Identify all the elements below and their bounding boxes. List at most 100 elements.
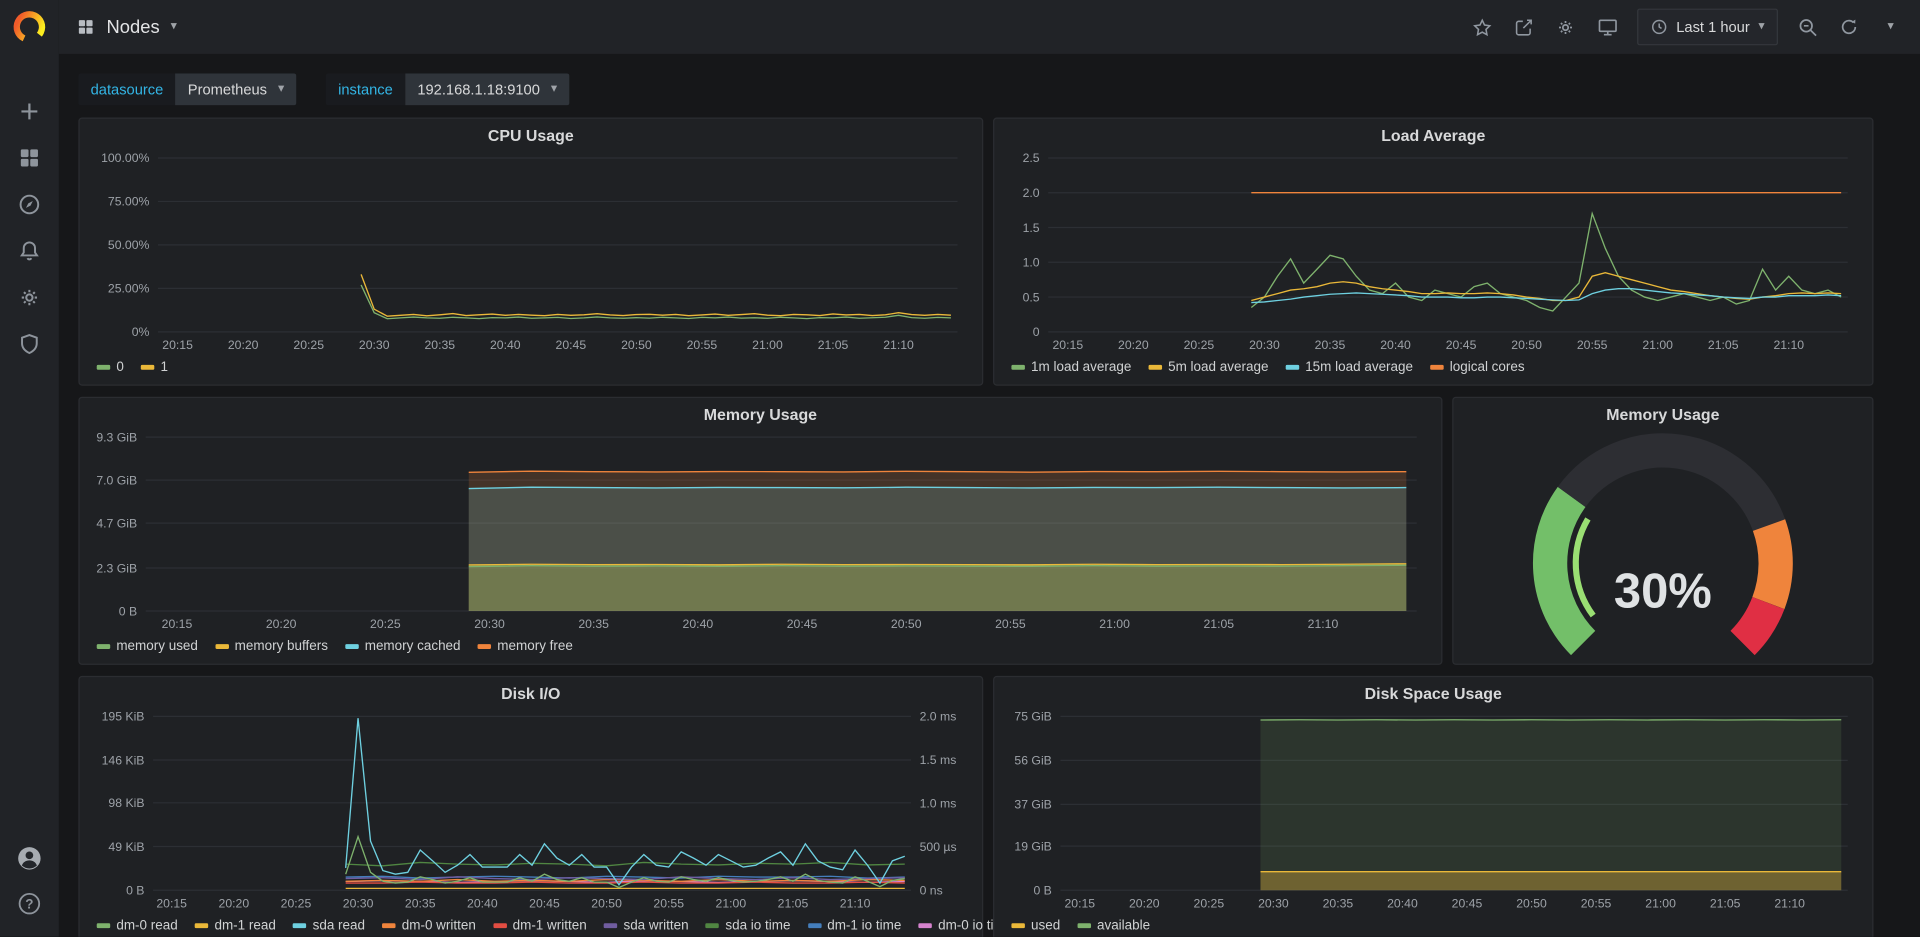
- svg-text:1.5 ms: 1.5 ms: [920, 753, 957, 767]
- panel-title[interactable]: Disk Space Usage: [1004, 681, 1862, 708]
- legend-item[interactable]: dm-0 read: [97, 918, 178, 933]
- legend-item[interactable]: memory buffers: [215, 639, 328, 654]
- dashboard-settings-button[interactable]: [1554, 15, 1578, 39]
- panel-title[interactable]: Load Average: [1004, 122, 1862, 149]
- star-button[interactable]: [1471, 15, 1495, 39]
- dashboards-button[interactable]: [16, 144, 43, 171]
- svg-text:21:00: 21:00: [1642, 338, 1673, 352]
- legend-label: memory buffers: [235, 639, 328, 654]
- panel-title[interactable]: Disk I/O: [89, 681, 972, 708]
- legend-item[interactable]: 1: [141, 360, 168, 375]
- svg-text:20:50: 20:50: [891, 617, 922, 631]
- configuration-button[interactable]: [16, 284, 43, 311]
- svg-text:20:25: 20:25: [293, 338, 324, 352]
- panel-title[interactable]: Memory Usage: [89, 402, 1431, 429]
- refresh-interval-button[interactable]: ▾: [1878, 15, 1902, 39]
- refresh-icon: [1839, 17, 1859, 37]
- tv-mode-button[interactable]: [1595, 15, 1619, 39]
- legend-label: logical cores: [1450, 360, 1525, 375]
- legend-item[interactable]: logical cores: [1430, 360, 1524, 375]
- explore-button[interactable]: [16, 191, 43, 218]
- legend-item[interactable]: 1m load average: [1011, 360, 1131, 375]
- share-icon: [1514, 17, 1535, 38]
- user-avatar[interactable]: [16, 845, 43, 872]
- variable-value-instance[interactable]: 192.168.1.18:9100 ▾: [405, 73, 569, 105]
- memory-usage-chart[interactable]: 0 B2.3 GiB4.7 GiB7.0 GiB9.3 GiB20:1520:2…: [89, 429, 1431, 635]
- legend-label: sda written: [623, 918, 688, 933]
- dashboards-icon: [17, 146, 41, 170]
- zoom-out-button[interactable]: [1795, 15, 1819, 39]
- instance-value-text: 192.168.1.18:9100: [417, 81, 540, 98]
- memory-gauge[interactable]: 30%: [1463, 429, 1862, 659]
- legend-item[interactable]: dm-1 read: [195, 918, 276, 933]
- legend-swatch: [1077, 923, 1090, 928]
- legend-item[interactable]: memory cached: [345, 639, 460, 654]
- refresh-button[interactable]: [1837, 15, 1861, 39]
- svg-text:20:15: 20:15: [162, 338, 193, 352]
- legend-item[interactable]: sda io time: [706, 918, 791, 933]
- create-button[interactable]: [16, 98, 43, 125]
- legend-swatch: [1430, 365, 1443, 370]
- legend-item[interactable]: sda read: [293, 918, 365, 933]
- legend-item[interactable]: 15m load average: [1286, 360, 1413, 375]
- dashboard-title-group[interactable]: Nodes ▾: [76, 17, 177, 38]
- svg-text:20:55: 20:55: [1581, 896, 1612, 910]
- share-button[interactable]: [1512, 15, 1536, 39]
- legend-item[interactable]: 0: [97, 360, 124, 375]
- svg-text:20:35: 20:35: [405, 896, 436, 910]
- svg-text:98 KiB: 98 KiB: [108, 796, 144, 810]
- svg-text:0 B: 0 B: [119, 604, 137, 618]
- dashboard-row-2: Memory Usage 0 B2.3 GiB4.7 GiB7.0 GiB9.3…: [78, 397, 1873, 665]
- legend-item[interactable]: used: [1011, 918, 1060, 933]
- legend-label: 0: [116, 360, 124, 375]
- svg-text:20:15: 20:15: [1064, 896, 1095, 910]
- variable-instance: instance 192.168.1.18:9100 ▾: [326, 73, 569, 105]
- alerting-button[interactable]: [16, 238, 43, 265]
- svg-text:20:45: 20:45: [1446, 338, 1477, 352]
- variable-value-datasource[interactable]: Prometheus ▾: [176, 73, 297, 105]
- svg-text:20:30: 20:30: [359, 338, 390, 352]
- panel-cpu-usage: CPU Usage 0%25.00%50.00%75.00%100.00%20:…: [78, 118, 983, 386]
- svg-text:20:15: 20:15: [1053, 338, 1084, 352]
- help-button[interactable]: ?: [16, 890, 43, 917]
- disk-space-chart[interactable]: 0 B19 GiB37 GiB56 GiB75 GiB20:1520:2020:…: [1004, 708, 1862, 914]
- panel-title[interactable]: Memory Usage: [1463, 402, 1862, 429]
- disk-io-chart[interactable]: 0 B49 KiB98 KiB146 KiB195 KiB0 ns500 µs1…: [89, 708, 972, 914]
- svg-text:20:15: 20:15: [162, 617, 193, 631]
- cpu-usage-chart[interactable]: 0%25.00%50.00%75.00%100.00%20:1520:2020:…: [89, 149, 972, 355]
- legend-item[interactable]: 5m load average: [1149, 360, 1269, 375]
- svg-text:21:10: 21:10: [883, 338, 914, 352]
- load-average-chart[interactable]: 00.51.01.52.02.520:1520:2020:2520:3020:3…: [1004, 149, 1862, 355]
- disk-space-plot: 0 B19 GiB37 GiB56 GiB75 GiB20:1520:2020:…: [1004, 708, 1862, 914]
- legend-item[interactable]: memory used: [97, 639, 198, 654]
- zoom-out-icon: [1797, 17, 1818, 38]
- svg-text:25.00%: 25.00%: [108, 282, 150, 296]
- legend-label: memory free: [497, 639, 573, 654]
- svg-text:21:10: 21:10: [1773, 338, 1804, 352]
- star-icon: [1472, 17, 1493, 38]
- svg-text:20:45: 20:45: [787, 617, 818, 631]
- legend-item[interactable]: dm-1 io time: [808, 918, 902, 933]
- monitor-icon: [1597, 16, 1619, 38]
- admin-button[interactable]: [16, 331, 43, 358]
- caret-down-icon: ▾: [1888, 21, 1894, 33]
- legend-item[interactable]: available: [1077, 918, 1150, 933]
- template-variables: datasource Prometheus ▾ instance 192.168…: [78, 73, 1873, 105]
- svg-text:20:40: 20:40: [1380, 338, 1411, 352]
- svg-text:?: ?: [25, 897, 33, 912]
- cpu-usage-legend: 01: [89, 355, 972, 379]
- legend-item[interactable]: memory free: [478, 639, 573, 654]
- svg-text:20:40: 20:40: [683, 617, 714, 631]
- legend-item[interactable]: dm-1 written: [493, 918, 587, 933]
- svg-text:20:25: 20:25: [281, 896, 312, 910]
- caret-down-icon: ▾: [278, 83, 284, 95]
- disk-io-legend-left: dm-0 read dm-1 read sda read dm-0 written dm…: [97, 918, 689, 933]
- panel-title[interactable]: CPU Usage: [89, 122, 972, 149]
- legend-swatch: [706, 923, 719, 928]
- grafana-logo[interactable]: [0, 0, 59, 54]
- legend-item[interactable]: sda written: [604, 918, 689, 933]
- legend-item[interactable]: dm-0 written: [382, 918, 476, 933]
- panel-memory-gauge: Memory Usage 30%: [1452, 397, 1873, 665]
- legend-swatch: [478, 644, 491, 649]
- time-range-button[interactable]: Last 1 hour ▾: [1637, 9, 1778, 46]
